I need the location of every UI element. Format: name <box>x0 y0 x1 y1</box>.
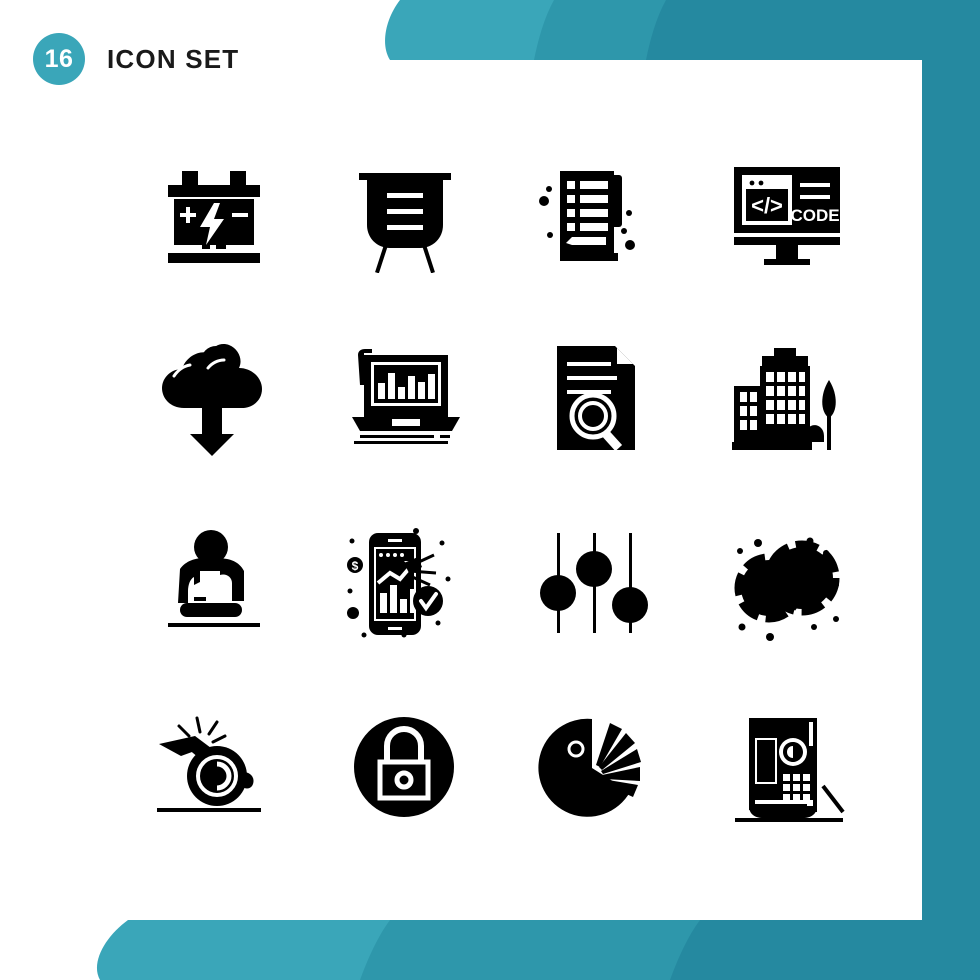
poster-header: 16 ICON SET <box>33 33 239 85</box>
icon-checklist-notepad[interactable] <box>500 120 691 305</box>
icon-car-battery[interactable] <box>118 120 309 305</box>
icon-cpr-first-aid[interactable] <box>118 490 309 675</box>
icon-padlock-circle[interactable] <box>309 675 500 860</box>
icon-pie-chart[interactable] <box>500 675 691 860</box>
icon-cloud-download[interactable] <box>118 305 309 490</box>
icon-whistle[interactable] <box>118 675 309 860</box>
icon-safe-vault[interactable] <box>691 675 882 860</box>
page-title: ICON SET <box>107 43 240 74</box>
right-edge-band <box>922 0 980 980</box>
bottom-banner-decoration <box>60 900 980 980</box>
icon-settings-sliders[interactable] <box>500 490 691 675</box>
icon-document-search[interactable] <box>500 305 691 490</box>
icon-linked-rings[interactable] <box>691 490 882 675</box>
icon-set-poster: 16 ICON SET </> CODE $ <box>0 0 980 980</box>
icon-count-badge: 16 <box>33 33 85 85</box>
dollar-symbol: $ <box>352 559 359 573</box>
icon-city-buildings[interactable] <box>691 305 882 490</box>
icon-code-monitor[interactable]: </> CODE <box>691 120 882 305</box>
icon-presentation-board[interactable] <box>309 120 500 305</box>
icon-laptop-analytics[interactable] <box>309 305 500 490</box>
code-symbol-text: </> <box>751 193 783 218</box>
monitor-screen-text: CODE <box>790 206 839 225</box>
top-banner-decoration <box>380 0 980 72</box>
icon-grid: </> CODE $ <box>118 120 882 860</box>
icon-mobile-analytics[interactable]: $ <box>309 490 500 675</box>
